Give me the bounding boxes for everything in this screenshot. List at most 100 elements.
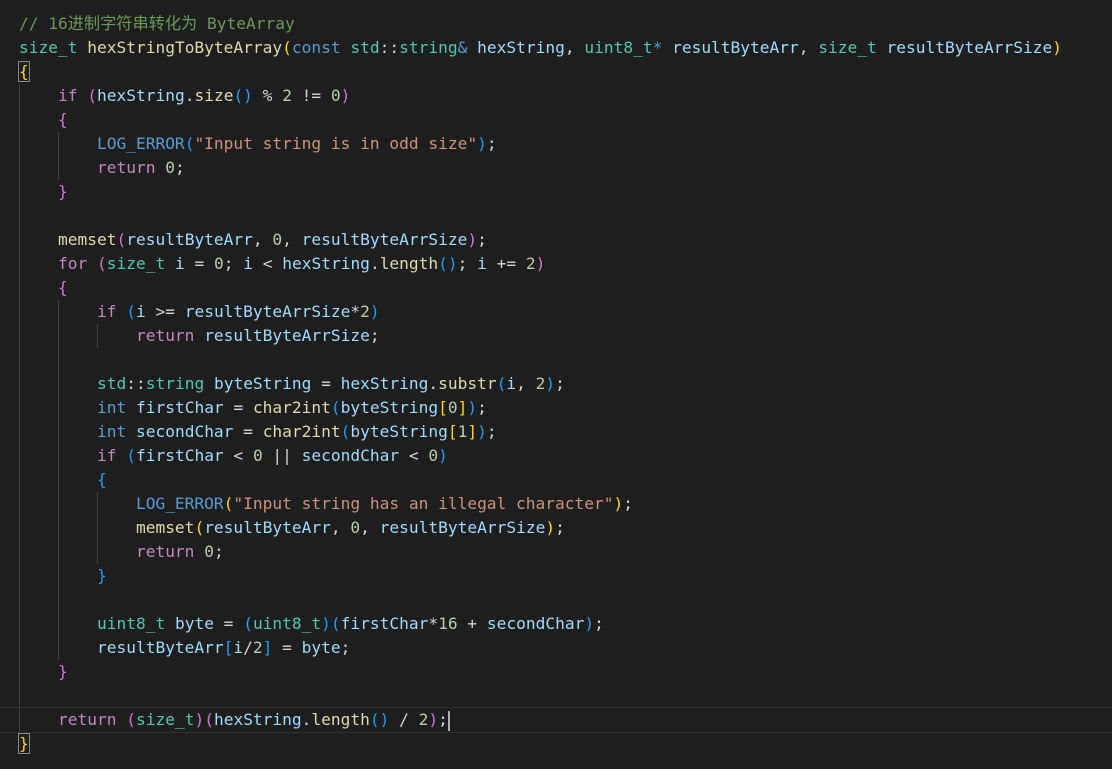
code-line[interactable]: for (size_t i = 0; i < hexString.length(… [19, 252, 1112, 276]
code-token: resultByteArr [204, 518, 331, 537]
code-token: 0 [252, 446, 263, 465]
code-line[interactable]: size_t hexStringToByteArray(const std::s… [19, 36, 1112, 60]
code-line[interactable] [19, 348, 1112, 372]
code-line[interactable]: return 0; [19, 156, 1112, 180]
code-line[interactable]: LOG_ERROR("Input string has an illegal c… [19, 492, 1112, 516]
code-token: :: [126, 374, 146, 393]
code-token: i [506, 374, 517, 393]
code-token: ) [194, 710, 205, 729]
indent-guide [19, 372, 20, 396]
code-line[interactable]: { [19, 108, 1112, 132]
code-token: ( [496, 374, 507, 393]
text-cursor [447, 710, 450, 731]
code-line[interactable]: } [18, 732, 1112, 756]
code-token: int [96, 398, 127, 417]
code-token: 0 [213, 254, 224, 273]
code-line[interactable]: return (size_t)(hexString.length() / 2); [0, 707, 1112, 733]
code-area[interactable]: // 16进制字符串转化为 ByteArray size_t hexStringT… [0, 12, 1112, 756]
code-line[interactable]: memset(resultByteArr, 0, resultByteArrSi… [19, 228, 1112, 252]
code-token: = [272, 638, 302, 657]
code-token: ) [477, 422, 487, 441]
code-token: i [233, 638, 244, 657]
code-token: :: [379, 38, 400, 57]
code-token: [ [438, 398, 448, 417]
code-token: char2int [252, 398, 331, 417]
code-token: firstChar [135, 446, 224, 465]
code-line[interactable]: { [19, 276, 1112, 300]
code-token: uint8_t [584, 38, 653, 57]
code-line[interactable] [19, 204, 1112, 228]
matched-bracket: { [18, 61, 30, 82]
code-line[interactable]: } [19, 180, 1112, 204]
code-token: i [477, 254, 487, 273]
code-line[interactable]: std::string byteString = hexString.subst… [19, 372, 1112, 396]
code-line[interactable]: if (i >= resultByteArrSize*2) [19, 300, 1112, 324]
indent-guide [19, 660, 20, 684]
code-token: ; [213, 542, 224, 561]
indent-guide [19, 300, 20, 324]
code-token: byteString [213, 374, 312, 393]
code-token: 0 [447, 398, 458, 417]
indent-guide [58, 492, 60, 516]
code-token: ( [330, 614, 341, 633]
code-token: size_t [19, 38, 78, 57]
code-token: , [516, 374, 536, 393]
code-line[interactable]: memset(resultByteArr, 0, resultByteArrSi… [19, 516, 1112, 540]
code-token: resultByteArr [126, 230, 253, 249]
matched-bracket: } [18, 733, 30, 754]
code-line[interactable] [19, 684, 1112, 708]
code-token: ; [477, 398, 487, 417]
code-line[interactable]: { [18, 60, 1112, 84]
code-token: ) [428, 710, 439, 729]
code-token: ( [340, 422, 351, 441]
code-token: i [243, 254, 253, 273]
code-token: hexString [340, 374, 429, 393]
code-token: . [369, 254, 380, 273]
code-token: () [369, 710, 390, 729]
code-line[interactable]: return 0; [19, 540, 1112, 564]
indent-guide [19, 324, 20, 348]
indent-guide [58, 564, 60, 588]
code-line[interactable]: int secondChar = char2int(byteString[1])… [19, 420, 1112, 444]
code-line[interactable]: return resultByteArrSize; [19, 324, 1112, 348]
code-line[interactable] [19, 588, 1112, 612]
code-token: length [379, 254, 439, 273]
code-token: hexStringToByteArray [87, 38, 283, 57]
code-line[interactable]: { [19, 468, 1112, 492]
code-token: hexString [477, 38, 565, 57]
code-token: < [223, 446, 253, 465]
code-line[interactable]: resultByteArr[i/2] = byte; [19, 636, 1112, 660]
code-token: "Input string has an illegal character" [233, 494, 614, 513]
code-line[interactable]: // 16进制字符串转化为 ByteArray [19, 12, 1112, 36]
code-token: i [135, 302, 146, 321]
code-line[interactable]: if (firstChar < 0 || secondChar < 0) [19, 444, 1112, 468]
indent-guide [97, 324, 99, 348]
code-token: return [57, 710, 117, 729]
code-token: memset [57, 230, 117, 249]
code-line[interactable]: LOG_ERROR("Input string is in odd size")… [19, 132, 1112, 156]
indent-guide [19, 636, 20, 660]
code-token: for [57, 254, 88, 273]
code-line[interactable]: } [19, 564, 1112, 588]
code-line[interactable]: uint8_t byte = (uint8_t)(firstChar*16 + … [19, 612, 1112, 636]
code-editor[interactable]: // 16进制字符串转化为 ByteArray size_t hexStringT… [0, 0, 1112, 769]
code-token: } [57, 662, 68, 681]
code-line[interactable]: } [19, 660, 1112, 684]
code-token: std [350, 38, 380, 57]
code-line[interactable]: int firstChar = char2int(byteString[0]); [19, 396, 1112, 420]
code-token: 16 [438, 614, 458, 633]
code-token: ( [126, 710, 136, 729]
code-line[interactable]: if (hexString.size() % 2 != 0) [19, 84, 1112, 108]
indent-guide [97, 492, 99, 516]
code-token: || [262, 446, 302, 465]
code-token: = [311, 374, 341, 393]
code-token: resultByteArrSize [379, 518, 546, 537]
